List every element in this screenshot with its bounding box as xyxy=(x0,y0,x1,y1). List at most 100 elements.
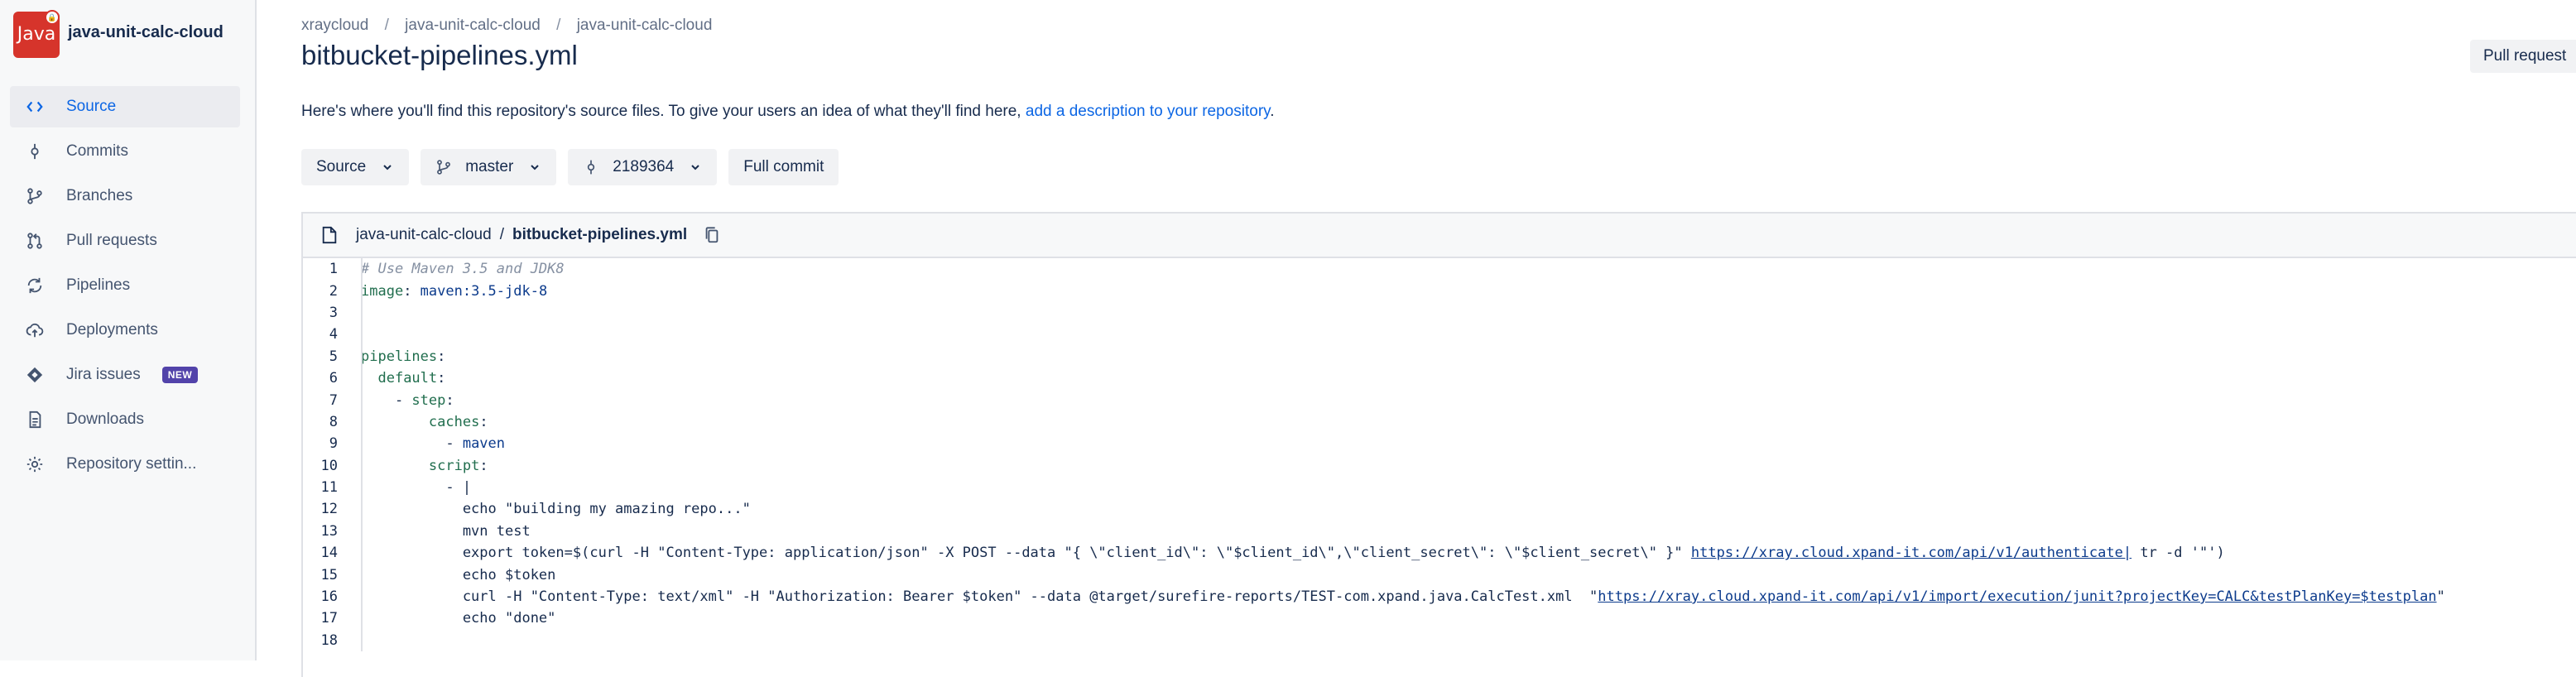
line-number[interactable]: 2 xyxy=(303,283,361,300)
code-line: 13 mvn test xyxy=(303,521,2576,542)
code-token: export token=$(curl -H "Content-Type: ap… xyxy=(361,545,1691,562)
code-line: 9 - maven xyxy=(303,433,2576,454)
code-token: - xyxy=(361,391,412,409)
code-line: 1 # Use Maven 3.5 and JDK8 xyxy=(303,258,2576,280)
code-token: echo $token xyxy=(361,566,556,583)
code-link[interactable]: https://xray.cloud.xpand-it.com/api/v1/a… xyxy=(1691,545,2131,561)
line-number[interactable]: 13 xyxy=(303,523,361,540)
breadcrumb-item[interactable]: java-unit-calc-cloud xyxy=(405,17,541,34)
source-toolbar: Source master 2189364 Full commit xyxy=(301,149,839,185)
line-number[interactable]: 16 xyxy=(303,588,361,605)
code-token: mvn test xyxy=(361,522,531,540)
sidebar-item-jira-issues[interactable]: Jira issues NEW xyxy=(10,354,240,396)
code-content: caches: xyxy=(361,414,488,430)
code-content: export token=$(curl -H "Content-Type: ap… xyxy=(361,545,2225,561)
code-token: : xyxy=(437,348,446,365)
code-token: step xyxy=(411,391,446,409)
code-line: 16 curl -H "Content-Type: text/xml" -H "… xyxy=(303,586,2576,607)
code-line: 18 xyxy=(303,630,2576,651)
sidebar-item-label: Repository settin... xyxy=(66,455,197,473)
pull-request-button[interactable]: Pull request xyxy=(2470,40,2576,73)
code-content: - maven xyxy=(361,435,505,452)
repo-name[interactable]: java-unit-calc-cloud xyxy=(68,23,223,42)
file-header: java-unit-calc-cloud / bitbucket-pipelin… xyxy=(303,214,2576,258)
pipelines-icon xyxy=(25,276,45,295)
line-number[interactable]: 18 xyxy=(303,632,361,649)
sidebar-item-pull-requests[interactable]: Pull requests xyxy=(10,220,240,262)
code-token: tr -d '"') xyxy=(2131,545,2225,562)
code-token: : xyxy=(445,391,454,409)
lock-icon: 🔒 xyxy=(45,10,60,25)
line-number[interactable]: 15 xyxy=(303,567,361,583)
code-content: - step: xyxy=(361,392,454,409)
code-icon xyxy=(25,97,45,117)
downloads-icon xyxy=(25,410,45,430)
branch-dropdown-label: master xyxy=(465,158,514,175)
code-line: 8 caches: xyxy=(303,411,2576,433)
code-token: - xyxy=(361,435,463,453)
main-content: xraycloud / java-unit-calc-cloud / java-… xyxy=(301,0,2576,677)
file-path-repo[interactable]: java-unit-calc-cloud xyxy=(356,226,492,244)
sidebar-item-downloads[interactable]: Downloads xyxy=(10,399,240,440)
sidebar-item-repository-settings[interactable]: Repository settin... xyxy=(10,444,240,485)
sidebar-item-label: Branches xyxy=(66,187,133,204)
line-number[interactable]: 11 xyxy=(303,479,361,496)
code-token: : xyxy=(437,370,446,387)
repo-header[interactable]: Java 🔒 java-unit-calc-cloud xyxy=(13,10,253,58)
line-number[interactable]: 14 xyxy=(303,545,361,561)
breadcrumb: xraycloud / java-unit-calc-cloud / java-… xyxy=(301,17,712,35)
sidebar-item-source[interactable]: Source xyxy=(10,86,240,127)
sidebar-item-commits[interactable]: Commits xyxy=(10,131,240,172)
chevron-down-icon xyxy=(528,161,541,174)
code-content: mvn test xyxy=(361,523,531,540)
code-link[interactable]: https://xray.cloud.xpand-it.com/api/v1/i… xyxy=(1598,588,2436,605)
line-number[interactable]: 17 xyxy=(303,610,361,627)
line-number[interactable]: 12 xyxy=(303,501,361,517)
commit-dropdown[interactable]: 2189364 xyxy=(568,149,718,185)
line-number[interactable]: 6 xyxy=(303,370,361,387)
sidebar-item-label: Pull requests xyxy=(66,232,157,249)
code-line: 10 script: xyxy=(303,455,2576,477)
line-number[interactable]: 10 xyxy=(303,458,361,474)
code-content: - | xyxy=(361,479,471,496)
add-description-link[interactable]: add a description to your repository xyxy=(1026,103,1270,120)
code-line: 12 echo "building my amazing repo..." xyxy=(303,498,2576,520)
breadcrumb-item[interactable]: xraycloud xyxy=(301,17,368,34)
code-token: curl -H "Content-Type: text/xml" -H "Aut… xyxy=(361,588,1598,606)
file-viewer: java-unit-calc-cloud / bitbucket-pipelin… xyxy=(301,212,2576,677)
sidebar-item-pipelines[interactable]: Pipelines xyxy=(10,265,240,306)
code-line: 14 export token=$(curl -H "Content-Type:… xyxy=(303,542,2576,564)
line-number[interactable]: 3 xyxy=(303,305,361,321)
sidebar-item-deployments[interactable]: Deployments xyxy=(10,310,240,351)
gear-icon xyxy=(25,454,45,474)
line-number[interactable]: 9 xyxy=(303,435,361,452)
chevron-down-icon xyxy=(689,161,702,174)
breadcrumb-separator: / xyxy=(556,17,561,34)
commit-dropdown-label: 2189364 xyxy=(613,158,675,175)
sidebar-item-label: Downloads xyxy=(66,411,144,428)
sidebar-nav: Source Commits Branches Pull requests Pi… xyxy=(10,86,240,488)
breadcrumb-separator: / xyxy=(384,17,389,34)
full-commit-button[interactable]: Full commit xyxy=(728,149,839,185)
sidebar-item-branches[interactable]: Branches xyxy=(10,175,240,217)
sidebar-item-label: Deployments xyxy=(66,321,158,338)
source-dropdown[interactable]: Source xyxy=(301,149,410,185)
breadcrumb-item[interactable]: java-unit-calc-cloud xyxy=(577,17,713,34)
sidebar-item-label: Jira issues xyxy=(66,366,141,383)
line-number[interactable]: 7 xyxy=(303,392,361,409)
line-number[interactable]: 1 xyxy=(303,261,361,277)
code-token: : xyxy=(403,282,421,300)
code-token: : xyxy=(479,413,488,430)
code-view: 1 # Use Maven 3.5 and JDK8 2 image: maven:3… xyxy=(303,258,2576,652)
copy-icon[interactable] xyxy=(704,226,720,244)
line-number[interactable]: 8 xyxy=(303,414,361,430)
new-badge: NEW xyxy=(161,367,199,383)
code-line: 4 xyxy=(303,324,2576,345)
code-content: # Use Maven 3.5 and JDK8 xyxy=(361,261,565,277)
line-number[interactable]: 4 xyxy=(303,326,361,343)
pull-request-icon xyxy=(25,231,45,251)
branch-dropdown[interactable]: master xyxy=(421,149,557,185)
code-content: echo "done" xyxy=(361,610,556,627)
line-number[interactable]: 5 xyxy=(303,348,361,365)
